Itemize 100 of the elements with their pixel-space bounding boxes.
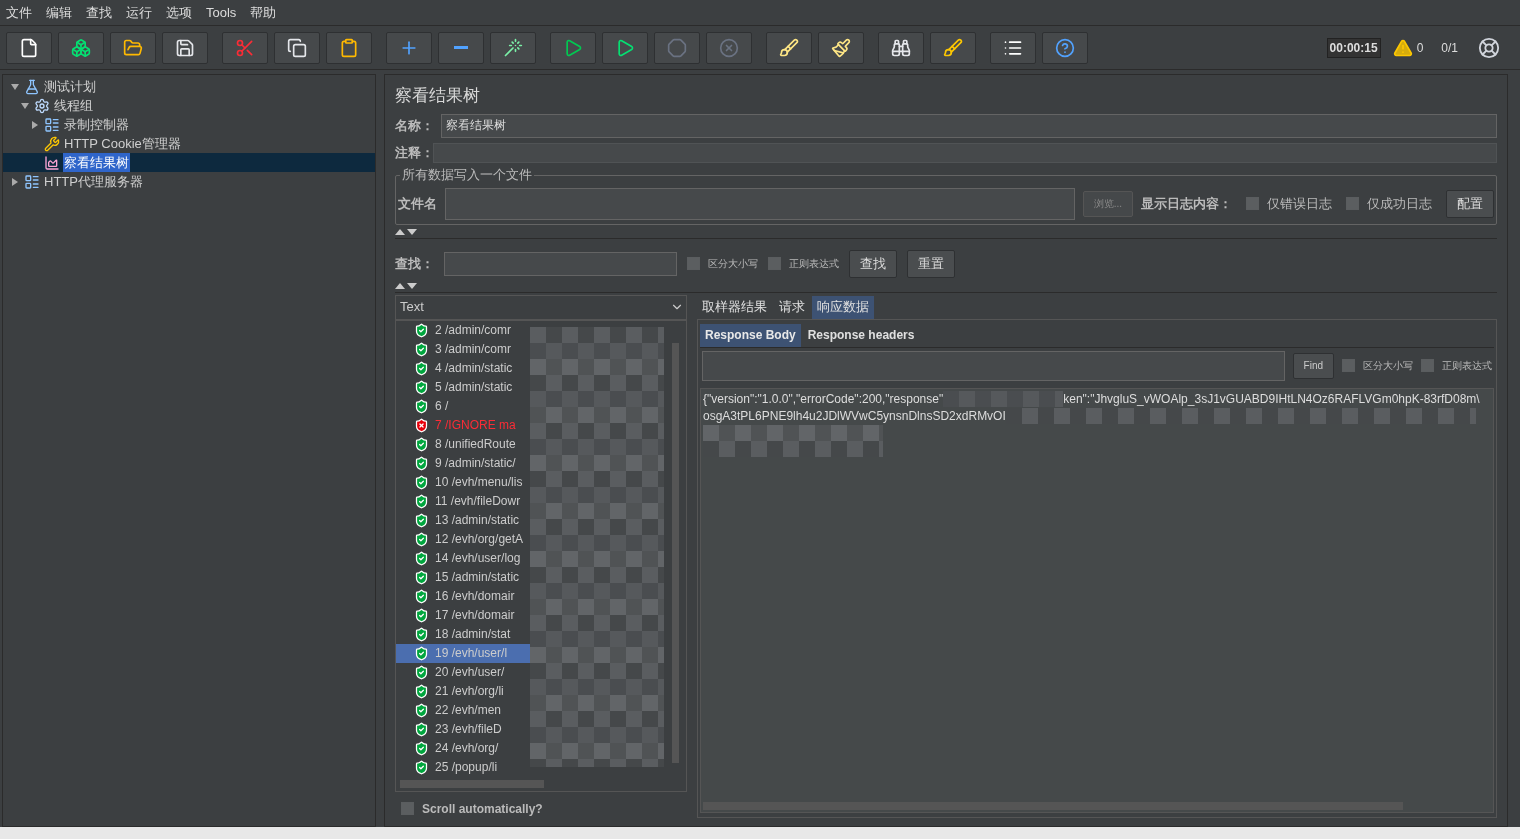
tree-item[interactable]: HTTP代理服务器: [43, 171, 144, 192]
result-item[interactable]: 22 /evh/men: [396, 700, 530, 720]
clear-button[interactable]: [766, 31, 812, 64]
result-item[interactable]: 15 /admin/static: [396, 567, 530, 587]
tree-item[interactable]: 录制控制器: [63, 114, 130, 135]
toggle-button[interactable]: [490, 31, 536, 64]
reset-button[interactable]: 重置: [907, 249, 955, 278]
checkbox-label: Scroll automatically?: [422, 800, 543, 818]
checkbox-label: 正则表达式: [1442, 359, 1492, 373]
warning-count: 0: [1416, 39, 1424, 57]
templates-button[interactable]: [58, 31, 104, 64]
result-item[interactable]: 10 /evh/menu/lis: [396, 472, 530, 492]
result-item[interactable]: 12 /evh/org/getA: [396, 529, 530, 549]
splitter-arrows-icon[interactable]: [395, 229, 417, 235]
collapse-button[interactable]: [438, 31, 484, 64]
reset-search-button[interactable]: [930, 31, 976, 64]
menu-item[interactable]: 选项: [166, 2, 192, 23]
horizontal-scrollbar[interactable]: [400, 779, 544, 788]
stop-button[interactable]: [654, 31, 700, 64]
name-field[interactable]: 察看结果树: [441, 113, 1497, 138]
result-item[interactable]: 11 /evh/fileDowr: [396, 491, 530, 511]
menu-item[interactable]: 运行: [126, 2, 152, 23]
open-button[interactable]: [110, 31, 156, 64]
result-label: 5 /admin/static: [435, 379, 513, 396]
checkbox[interactable]: [687, 257, 700, 270]
checkbox[interactable]: [1346, 197, 1359, 210]
result-item[interactable]: 20 /evh/user/: [396, 662, 530, 682]
result-item[interactable]: 2 /admin/comr: [396, 320, 530, 340]
result-item[interactable]: 21 /evh/org/li: [396, 681, 530, 701]
success-shield-icon: [414, 664, 429, 680]
result-item[interactable]: 8 /unifiedRoute: [396, 434, 530, 454]
result-item[interactable]: 9 /admin/static/: [396, 453, 530, 473]
vertical-scrollbar[interactable]: [671, 342, 679, 763]
result-item[interactable]: 5 /admin/static: [396, 377, 530, 397]
checkbox[interactable]: [1342, 359, 1355, 372]
find-button[interactable]: Find: [1292, 352, 1334, 379]
result-item[interactable]: 14 /evh/user/log: [396, 548, 530, 568]
checkbox[interactable]: [1246, 197, 1259, 210]
checkbox[interactable]: [1421, 359, 1434, 372]
result-item[interactable]: 25 /popup/li: [396, 757, 530, 777]
tab[interactable]: 响应数据: [812, 295, 874, 319]
result-label: 25 /popup/li: [435, 759, 498, 776]
search-button[interactable]: [878, 31, 924, 64]
name-label: 名称：: [395, 116, 435, 135]
tree-item[interactable]: 测试计划: [43, 76, 97, 97]
function-helper-button[interactable]: [990, 31, 1036, 64]
result-item[interactable]: 23 /evh/fileD: [396, 719, 530, 739]
help-button[interactable]: [1042, 31, 1088, 64]
shutdown-button[interactable]: [706, 31, 752, 64]
result-item[interactable]: 17 /evh/domair: [396, 605, 530, 625]
result-item[interactable]: 4 /admin/static: [396, 358, 530, 378]
paste-button[interactable]: [326, 31, 372, 64]
tree-item[interactable]: 察看结果树: [63, 152, 130, 173]
menu-item[interactable]: Tools: [206, 2, 237, 23]
copy-button[interactable]: [274, 31, 320, 64]
result-item[interactable]: 18 /admin/stat: [396, 624, 530, 644]
file-name-field[interactable]: [445, 187, 1075, 220]
search-action-button[interactable]: 查找: [849, 249, 897, 278]
lifebuoy-icon[interactable]: [1478, 36, 1500, 59]
menu-item[interactable]: 编辑: [46, 2, 72, 23]
menu-item[interactable]: 查找: [86, 2, 112, 23]
result-label: 22 /evh/men: [435, 702, 502, 719]
expanded-arrow-icon[interactable]: [21, 101, 29, 110]
subtab[interactable]: Response headers: [802, 323, 920, 347]
result-label: 21 /evh/org/li: [435, 683, 504, 700]
brush-icon: [779, 37, 799, 58]
renderer-select[interactable]: Text: [395, 294, 687, 320]
result-label: 2 /admin/comr: [435, 322, 512, 339]
result-label: 9 /admin/static/: [435, 455, 516, 472]
configure-button[interactable]: 配置: [1446, 189, 1494, 218]
start-button[interactable]: [550, 31, 596, 64]
result-item[interactable]: 13 /admin/static: [396, 510, 530, 530]
collapsed-arrow-icon[interactable]: [11, 177, 19, 186]
expand-button[interactable]: [386, 31, 432, 64]
checkbox[interactable]: [768, 257, 781, 270]
result-label: 6 /: [435, 398, 449, 415]
start-no-pause-button[interactable]: [602, 31, 648, 64]
cut-button[interactable]: [222, 31, 268, 64]
menu-item[interactable]: 帮助: [250, 2, 277, 23]
result-label: 13 /admin/static: [435, 512, 520, 529]
expanded-arrow-icon[interactable]: [11, 82, 19, 91]
result-item[interactable]: 24 /evh/org/: [396, 738, 530, 758]
subtab[interactable]: Response Body: [700, 323, 801, 347]
find-field[interactable]: [702, 350, 1285, 381]
new-button[interactable]: [6, 31, 52, 64]
result-item[interactable]: 3 /admin/comr: [396, 339, 530, 359]
result-label: 15 /admin/static: [435, 569, 520, 586]
result-item[interactable]: 16 /evh/domair: [396, 586, 530, 606]
splitter-arrows-icon[interactable]: [395, 283, 417, 289]
save-button[interactable]: [162, 31, 208, 64]
checkbox[interactable]: [401, 802, 414, 815]
tree-item[interactable]: HTTP Cookie管理器: [63, 133, 182, 154]
file-name-label: 文件名: [398, 194, 437, 213]
collapsed-arrow-icon[interactable]: [31, 120, 39, 129]
menu-item[interactable]: 文件: [6, 2, 32, 23]
search-label: 查找：: [395, 254, 434, 273]
result-item[interactable]: 6 /: [396, 396, 530, 416]
tree-item[interactable]: 线程组: [53, 95, 94, 116]
clear-all-button[interactable]: [818, 31, 864, 64]
search-field[interactable]: [444, 251, 677, 276]
